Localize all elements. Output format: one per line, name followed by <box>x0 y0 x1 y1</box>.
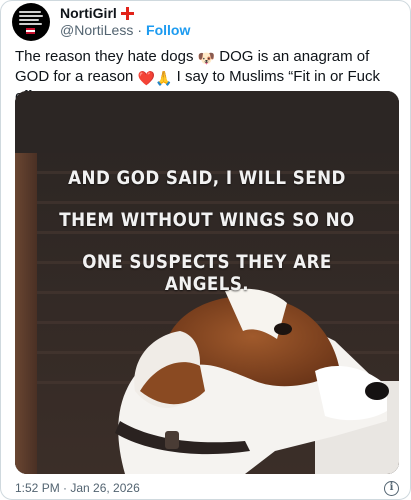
timestamp[interactable]: 1:52 PM · Jan 26, 2026 <box>15 480 140 496</box>
author-info: NortiGirl @NortiLess · Follow <box>60 5 190 39</box>
tweet-footer: 1:52 PM · Jan 26, 2026 i <box>15 479 399 497</box>
tweet-header: NortiGirl @NortiLess · Follow <box>12 3 190 41</box>
red-heart-emoji: ❤️ <box>137 70 155 86</box>
display-name[interactable]: NortiGirl <box>60 5 117 22</box>
caption-line-1: AND GOD SAID, I WILL SEND <box>68 167 346 189</box>
follow-button[interactable]: Follow <box>146 22 190 39</box>
user-handle[interactable]: @NortiLess <box>60 22 133 39</box>
avatar[interactable] <box>12 3 50 41</box>
info-icon[interactable]: i <box>384 480 399 496</box>
england-flag-icon <box>120 7 134 20</box>
caption-line-3: ONE SUSPECTS THEY ARE ANGELS. <box>82 251 332 295</box>
tweet-image[interactable]: AND GOD SAID, I WILL SEND THEM WITHOUT W… <box>15 91 399 474</box>
caption-line-2: THEM WITHOUT WINGS SO NO <box>59 209 355 231</box>
tweet-text-part-1: The reason they hate dogs <box>15 48 198 65</box>
dog-face-emoji: 🐶 <box>197 50 216 66</box>
tweet-card: NortiGirl @NortiLess · Follow The reason… <box>0 0 411 500</box>
separator-dot: · <box>137 22 143 38</box>
praying-hands-emoji: 🙏 <box>155 70 173 86</box>
